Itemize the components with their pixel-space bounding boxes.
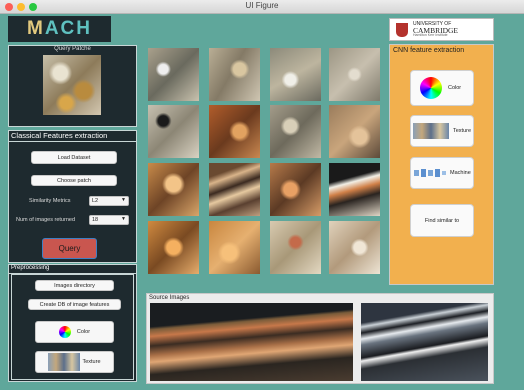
result-image[interactable] [329, 221, 380, 274]
num-images-label: Num of images returned [16, 217, 75, 223]
choose-patch-button[interactable]: Choose patch [31, 175, 117, 186]
machine-icon [414, 169, 446, 177]
load-dataset-button[interactable]: Load Dataset [31, 151, 117, 164]
result-image[interactable] [148, 105, 199, 158]
texture-icon [48, 353, 81, 371]
university-line3: Hamilton Kerr Institute [413, 33, 448, 37]
query-button[interactable]: Query [42, 238, 97, 259]
window-title: UI Figure [245, 1, 279, 10]
similarity-metrics-select[interactable]: L2 ▼ [89, 196, 129, 206]
result-image[interactable] [270, 163, 321, 216]
result-image[interactable] [270, 48, 321, 101]
preprocessing-title: Preprocessing [9, 265, 136, 274]
source-images-panel: Source Images [146, 293, 494, 384]
query-patch-panel: Query Patche [8, 45, 137, 127]
chevron-down-icon: ▼ [121, 197, 126, 203]
cnn-feature-title: CNN feature extraction [393, 47, 465, 54]
logo-ach: ACH [44, 18, 92, 39]
cnn-color-label: Color [448, 85, 462, 91]
similarity-metrics-label: Similarity Metrics [29, 198, 71, 204]
result-image[interactable] [329, 48, 380, 101]
preprocess-texture-label: Texture [82, 359, 101, 365]
texture-icon [413, 123, 449, 139]
preprocess-texture-button[interactable]: Texture [35, 351, 114, 373]
cnn-texture-label: Texture [453, 128, 472, 134]
source-images-label: Source Images [149, 295, 190, 301]
cnn-texture-button[interactable]: Texture [410, 115, 474, 147]
result-image[interactable] [209, 221, 260, 274]
create-db-button[interactable]: Create DB of image features [28, 299, 121, 310]
num-images-value: 18 [92, 217, 99, 223]
find-similar-button[interactable]: Find similar to [410, 204, 474, 237]
cnn-machine-button[interactable]: Machine [410, 157, 474, 189]
result-image[interactable] [270, 221, 321, 274]
results-grid [146, 46, 382, 274]
source-image[interactable] [150, 303, 353, 381]
result-image[interactable] [148, 163, 199, 216]
color-wheel-icon [420, 77, 442, 99]
result-image[interactable] [209, 48, 260, 101]
color-wheel-icon [58, 326, 71, 338]
university-logo: UNIVERSITY OF CAMBRIDGE Hamilton Kerr In… [389, 18, 494, 41]
result-image[interactable] [148, 48, 199, 101]
classical-features-panel: Classical Features extraction Load Datas… [8, 130, 137, 263]
app-window: UI Figure M ACH Query Patche Classical Fe… [0, 0, 524, 390]
source-image[interactable] [361, 303, 488, 381]
mach-logo: M ACH [8, 16, 111, 42]
similarity-metrics-value: L2 [92, 198, 99, 204]
preprocess-color-label: Color [76, 329, 91, 335]
preprocessing-panel: Preprocessing Images directory Create DB… [8, 264, 137, 382]
cnn-color-button[interactable]: Color [410, 70, 474, 106]
university-crest-icon [396, 22, 408, 37]
preprocessing-box: Images directory Create DB of image feat… [11, 274, 134, 380]
result-image[interactable] [148, 221, 199, 274]
result-image[interactable] [329, 163, 380, 216]
logo-m: M [27, 18, 45, 39]
result-image[interactable] [209, 105, 260, 158]
images-directory-button[interactable]: Images directory [35, 280, 114, 291]
cnn-feature-panel: CNN feature extraction Color Texture Mac… [389, 44, 494, 285]
cnn-machine-label: Machine [450, 170, 471, 176]
preprocess-color-button[interactable]: Color [35, 321, 114, 343]
result-image[interactable] [270, 105, 321, 158]
result-image[interactable] [209, 163, 260, 216]
query-patch-image [43, 55, 101, 115]
titlebar: UI Figure [0, 0, 524, 14]
result-image[interactable] [329, 105, 380, 158]
query-patch-label: Query Patche [54, 46, 91, 52]
chevron-down-icon: ▼ [121, 216, 126, 222]
num-images-select[interactable]: 18 ▼ [89, 215, 129, 225]
classical-features-title: Classical Features extraction [9, 131, 136, 142]
